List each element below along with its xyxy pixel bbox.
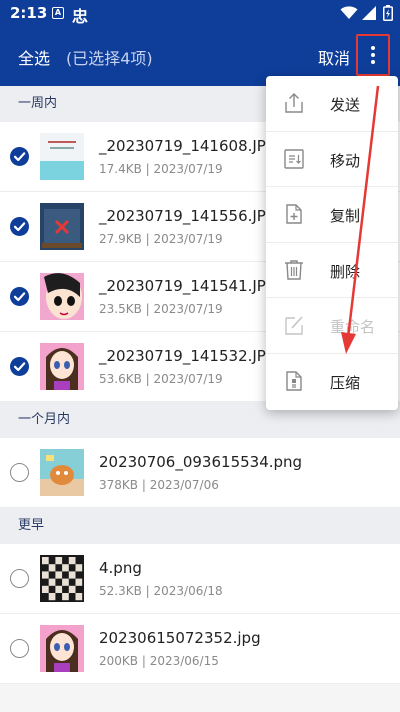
more-vertical-icon: [371, 46, 375, 64]
file-row[interactable]: 20230706_093615534.png 378KB | 2023/07/06: [0, 438, 400, 508]
file-size: 378KB: [99, 478, 139, 492]
meta-separator: |: [141, 162, 154, 176]
checkerboard-icon: [40, 555, 84, 602]
more-options-button[interactable]: [356, 34, 390, 76]
file-meta: 200KB | 2023/06/15: [99, 654, 219, 668]
file-size: 53.6KB: [99, 372, 142, 386]
file-size: 200KB: [99, 654, 139, 668]
file-meta: 17.4KB | 2023/07/19: [99, 162, 223, 176]
file-size: 52.3KB: [99, 584, 142, 598]
file-meta: 52.3KB | 2023/06/18: [99, 584, 223, 598]
file-name: _20230719_141532.JPG: [99, 347, 278, 365]
file-date: 2023/06/15: [149, 654, 219, 668]
menu-item-label: 重命名: [330, 318, 376, 336]
notification-app-icon: 忠: [72, 7, 89, 26]
notification-a-icon: A: [52, 7, 64, 19]
status-time: 2:13: [10, 4, 48, 22]
move-icon: [283, 148, 305, 174]
zip-icon: [283, 370, 305, 396]
file-date: 2023/07/19: [153, 232, 223, 246]
file-date: 2023/06/18: [153, 584, 223, 598]
anime-girl-icon: [40, 343, 84, 390]
file-meta: 23.5KB | 2023/07/19: [99, 302, 223, 316]
menu-item-send[interactable]: 发送: [266, 76, 398, 132]
file-size: 27.9KB: [99, 232, 142, 246]
file-meta: 53.6KB | 2023/07/19: [99, 372, 223, 386]
checkbox-checked-icon[interactable]: [10, 217, 29, 236]
file-meta: 27.9KB | 2023/07/19: [99, 232, 223, 246]
menu-item-label: 压缩: [330, 373, 361, 392]
checkbox-checked-icon[interactable]: [10, 357, 29, 376]
menu-item-label: 删除: [330, 262, 361, 281]
meta-separator: |: [141, 584, 154, 598]
file-name: _20230719_141541.JPG: [99, 277, 278, 295]
meta-separator: |: [138, 654, 150, 668]
checkbox-checked-icon[interactable]: [10, 287, 29, 306]
share-icon: [283, 92, 305, 118]
file-date: 2023/07/19: [153, 372, 223, 386]
menu-item-rename: 重命名: [266, 298, 398, 354]
trash-icon: [283, 259, 305, 285]
checkbox-unchecked-icon[interactable]: [10, 569, 29, 588]
meta-separator: |: [141, 372, 154, 386]
file-name: 20230615072352.jpg: [99, 629, 261, 647]
select-all-button[interactable]: 全选: [18, 45, 50, 69]
file-date: 2023/07/19: [153, 302, 223, 316]
cartoon-face-icon: [40, 273, 84, 320]
file-meta: 378KB | 2023/07/06: [99, 478, 219, 492]
anime-girl-icon: [40, 625, 84, 672]
battery-icon: [383, 5, 393, 21]
meta-separator: |: [141, 302, 154, 316]
cancel-button[interactable]: 取消: [318, 45, 350, 69]
checkbox-checked-icon[interactable]: [10, 147, 29, 166]
section-header: 更早: [0, 508, 400, 544]
wifi-icon: [340, 6, 358, 19]
menu-item-delete[interactable]: 删除: [266, 243, 398, 298]
meta-separator: |: [141, 232, 154, 246]
game-icon: [40, 203, 84, 250]
file-date: 2023/07/19: [153, 162, 223, 176]
copy-icon: [283, 203, 305, 229]
file-name: 20230706_093615534.png: [99, 453, 303, 471]
menu-item-move[interactable]: 移动: [266, 132, 398, 187]
file-row[interactable]: 20230615072352.jpg 200KB | 2023/06/15: [0, 614, 400, 684]
menu-item-label: 复制: [330, 207, 361, 225]
note-icon: [40, 133, 84, 180]
file-name: 4.png: [99, 559, 142, 577]
menu-item-label: 移动: [330, 151, 361, 170]
more-options-menu: 发送移动复制删除重命名压缩: [266, 76, 398, 410]
signal-icon: [362, 6, 376, 20]
file-size: 17.4KB: [99, 162, 142, 176]
rename-icon: [283, 314, 305, 340]
menu-item-copy[interactable]: 复制: [266, 187, 398, 243]
cake-icon: [40, 449, 84, 496]
meta-separator: |: [138, 478, 150, 492]
file-row[interactable]: 4.png 52.3KB | 2023/06/18: [0, 544, 400, 614]
file-name: _20230719_141608.JPG: [99, 137, 278, 155]
status-bar: 2:13 A 忠: [0, 0, 400, 26]
file-name: _20230719_141556.JPG: [99, 207, 278, 225]
selected-count: (已选择4项): [66, 49, 153, 68]
file-date: 2023/07/06: [149, 478, 219, 492]
checkbox-unchecked-icon[interactable]: [10, 639, 29, 658]
checkbox-unchecked-icon[interactable]: [10, 463, 29, 482]
menu-item-compress[interactable]: 压缩: [266, 354, 398, 410]
menu-item-label: 发送: [330, 96, 361, 114]
file-size: 23.5KB: [99, 302, 142, 316]
